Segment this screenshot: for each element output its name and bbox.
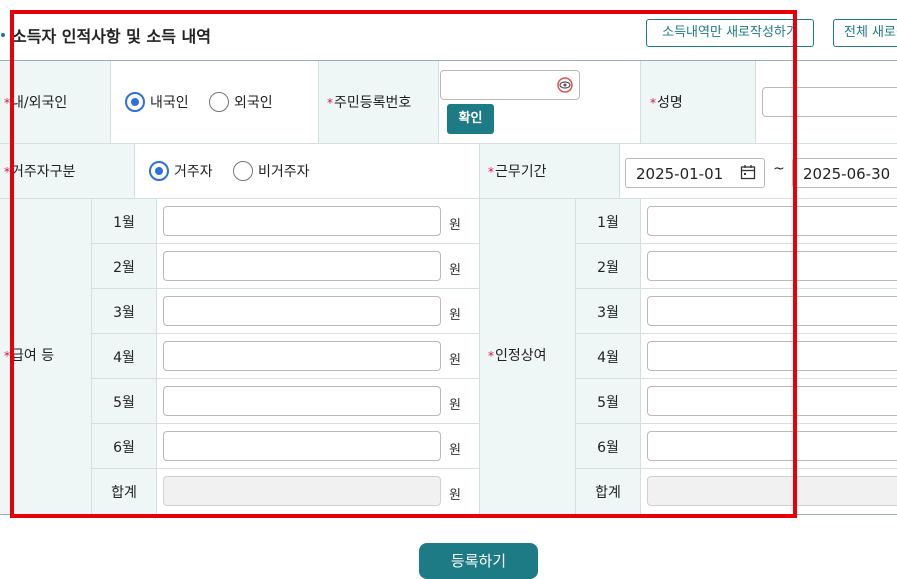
date-to-input[interactable]: 2025-06-30 [792,158,897,188]
highlight-box [10,10,797,518]
title-bullet-icon [1,33,5,37]
date-to-value: 2025-06-30 [803,165,891,183]
all-new-button[interactable]: 전체 새로작성하기 [833,19,897,47]
register-button[interactable]: 등록하기 [419,543,538,579]
